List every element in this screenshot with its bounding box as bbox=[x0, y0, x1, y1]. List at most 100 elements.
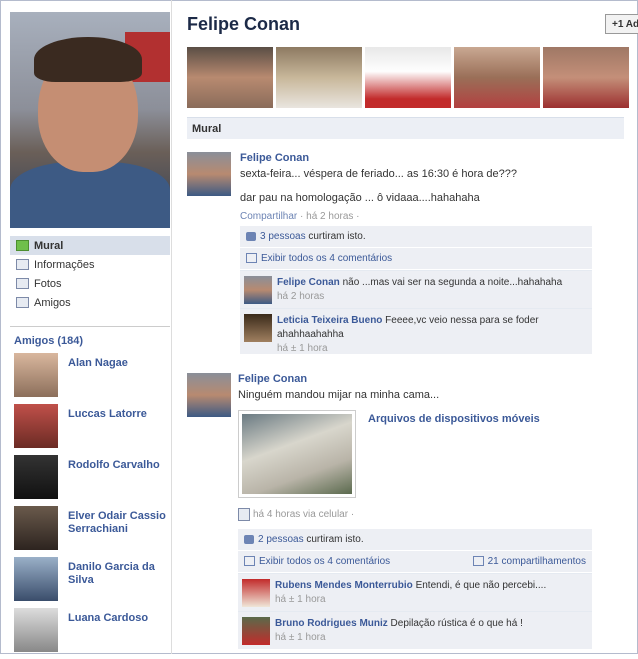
comment-text: não ...mas vai ser na segunda a noite...… bbox=[339, 277, 563, 288]
avatar[interactable] bbox=[244, 276, 272, 304]
like-icon bbox=[246, 231, 256, 241]
main-column: Felipe Conan bbox=[187, 12, 627, 40]
comment-icon bbox=[244, 556, 255, 567]
post-body: Felipe Conan sexta-feira... véspera de f… bbox=[240, 152, 620, 222]
friend-item[interactable]: Luccas Latorre bbox=[10, 404, 170, 455]
left-column: Mural Informações Fotos Amigos Amigos (1… bbox=[10, 12, 170, 659]
comment-time[interactable]: há ± 1 hora bbox=[277, 343, 328, 354]
nav-item-label: Amigos bbox=[34, 296, 71, 309]
nav-item-fotos[interactable]: Fotos bbox=[10, 274, 170, 293]
add-friend-button[interactable]: +1 Ad bbox=[605, 14, 638, 34]
shares-link[interactable]: 21 compartilhamentos bbox=[488, 556, 586, 567]
post-text: Ninguém mandou mijar na minha cama... bbox=[238, 389, 440, 401]
nav-item-amigos[interactable]: Amigos bbox=[10, 293, 170, 312]
comment-time[interactable]: há ± 1 hora bbox=[275, 594, 326, 605]
friend-item[interactable]: Rodolfo Carvalho bbox=[10, 455, 170, 506]
post-attachment: Arquivos de dispositivos móveis bbox=[238, 410, 618, 498]
avatar[interactable] bbox=[14, 557, 58, 601]
post-text: sexta-feira... véspera de feriado... as … bbox=[240, 168, 518, 180]
avatar[interactable] bbox=[187, 373, 231, 417]
post-time[interactable]: há 4 horas via celular · bbox=[253, 509, 354, 520]
avatar[interactable] bbox=[187, 152, 231, 196]
photo-strip bbox=[187, 47, 629, 108]
nav-item-label: Mural bbox=[34, 239, 64, 252]
post-author[interactable]: Felipe Conan bbox=[238, 373, 618, 385]
info-icon bbox=[16, 259, 29, 270]
like-icon bbox=[244, 534, 254, 544]
avatar[interactable] bbox=[14, 608, 58, 652]
avatar[interactable] bbox=[242, 617, 270, 645]
photo-thumbnail[interactable] bbox=[365, 47, 451, 108]
friends-title[interactable]: Amigos (184) bbox=[14, 335, 170, 347]
friends-icon bbox=[16, 297, 29, 308]
likes-text: curtiram isto. bbox=[303, 534, 364, 545]
comment-author[interactable]: Leticia Teixeira Bueno bbox=[277, 315, 382, 326]
avatar[interactable] bbox=[14, 353, 58, 397]
photo-thumbnail[interactable] bbox=[276, 47, 362, 108]
comment-time[interactable]: há ± 1 hora bbox=[275, 632, 326, 643]
comment: Bruno Rodrigues Muniz Depilação rústica … bbox=[238, 611, 592, 649]
attachment-image[interactable] bbox=[238, 410, 356, 498]
comment: Felipe Conan não ...mas vai ser na segun… bbox=[240, 270, 592, 308]
nav-item-informacoes[interactable]: Informações bbox=[10, 255, 170, 274]
profile-picture[interactable] bbox=[10, 12, 170, 228]
profile-nav: Mural Informações Fotos Amigos bbox=[10, 236, 170, 312]
avatar[interactable] bbox=[14, 404, 58, 448]
nav-item-mural[interactable]: Mural bbox=[10, 236, 170, 255]
friend-item[interactable]: Elver Odair Cassio Serrachiani bbox=[10, 506, 170, 557]
comment-author[interactable]: Felipe Conan bbox=[277, 277, 340, 288]
friend-name[interactable]: Danilo Garcia da Silva bbox=[68, 561, 168, 608]
friend-item[interactable]: Danilo Garcia da Silva bbox=[10, 557, 170, 608]
comment-text: Entendi, é que não percebi.... bbox=[412, 580, 547, 591]
section-title: Mural bbox=[187, 117, 624, 139]
likes-row: 3 pessoas curtiram isto. bbox=[240, 226, 592, 248]
comment-icon bbox=[246, 253, 257, 264]
post-author[interactable]: Felipe Conan bbox=[240, 152, 620, 164]
attachment-title[interactable]: Arquivos de dispositivos móveis bbox=[368, 413, 540, 498]
profile-name: Felipe Conan bbox=[187, 14, 301, 34]
divider bbox=[10, 326, 170, 327]
friend-item[interactable]: Luana Cardoso bbox=[10, 608, 170, 659]
comment: Rubens Mendes Monterrubio Entendi, é que… bbox=[238, 573, 592, 611]
view-comments-link[interactable]: Exibir todos os 4 comentários bbox=[259, 556, 390, 567]
post-text: dar pau na homologação ... ô vidaaa....h… bbox=[240, 192, 480, 204]
mobile-icon bbox=[238, 508, 250, 521]
friend-name[interactable]: Luccas Latorre bbox=[68, 408, 168, 455]
friend-name[interactable]: Rodolfo Carvalho bbox=[68, 459, 168, 506]
nav-item-label: Fotos bbox=[34, 277, 62, 290]
comment-author[interactable]: Rubens Mendes Monterrubio bbox=[275, 580, 413, 591]
wall-icon bbox=[16, 240, 29, 251]
share-link[interactable]: Compartilhar bbox=[240, 211, 297, 222]
friend-name[interactable]: Alan Nagae bbox=[68, 357, 168, 404]
likes-text: curtiram isto. bbox=[305, 231, 366, 242]
comment-time[interactable]: há 2 horas bbox=[277, 291, 324, 302]
nav-item-label: Informações bbox=[34, 258, 95, 271]
photo-thumbnail[interactable] bbox=[187, 47, 273, 108]
likes-row: 2 pessoas curtiram isto. bbox=[238, 529, 592, 551]
comment: Leticia Teixeira Bueno Feeee,vc veio nes… bbox=[240, 308, 592, 354]
photos-icon bbox=[16, 278, 29, 289]
friend-item[interactable]: Alan Nagae bbox=[10, 353, 170, 404]
friend-name[interactable]: Luana Cardoso bbox=[68, 612, 168, 659]
comments-box: 2 pessoas curtiram isto. Exibir todos os… bbox=[238, 529, 592, 649]
post-meta: Compartilhar · há 2 horas · bbox=[240, 211, 620, 222]
likes-link[interactable]: 2 pessoas bbox=[258, 534, 304, 545]
comment-author[interactable]: Bruno Rodrigues Muniz bbox=[275, 618, 388, 629]
view-comments-row[interactable]: Exibir todos os 4 comentários bbox=[240, 248, 592, 270]
view-comments-link[interactable]: Exibir todos os 4 comentários bbox=[261, 253, 392, 264]
comments-box: 3 pessoas curtiram isto. Exibir todos os… bbox=[240, 226, 592, 354]
avatar[interactable] bbox=[14, 455, 58, 499]
post-time[interactable]: · há 2 horas · bbox=[300, 211, 359, 222]
column-divider bbox=[171, 0, 172, 654]
avatar[interactable] bbox=[14, 506, 58, 550]
avatar[interactable] bbox=[242, 579, 270, 607]
likes-link[interactable]: 3 pessoas bbox=[260, 231, 306, 242]
comment-text: Depilação rústica é o que há ! bbox=[387, 618, 523, 629]
friend-name[interactable]: Elver Odair Cassio Serrachiani bbox=[68, 510, 168, 557]
view-comments-row: Exibir todos os 4 comentários 21 compart… bbox=[238, 551, 592, 573]
share-icon bbox=[472, 556, 484, 567]
photo-thumbnail[interactable] bbox=[454, 47, 540, 108]
photo-thumbnail[interactable] bbox=[543, 47, 629, 108]
avatar[interactable] bbox=[244, 314, 272, 342]
profile-picture-hair bbox=[34, 37, 142, 82]
